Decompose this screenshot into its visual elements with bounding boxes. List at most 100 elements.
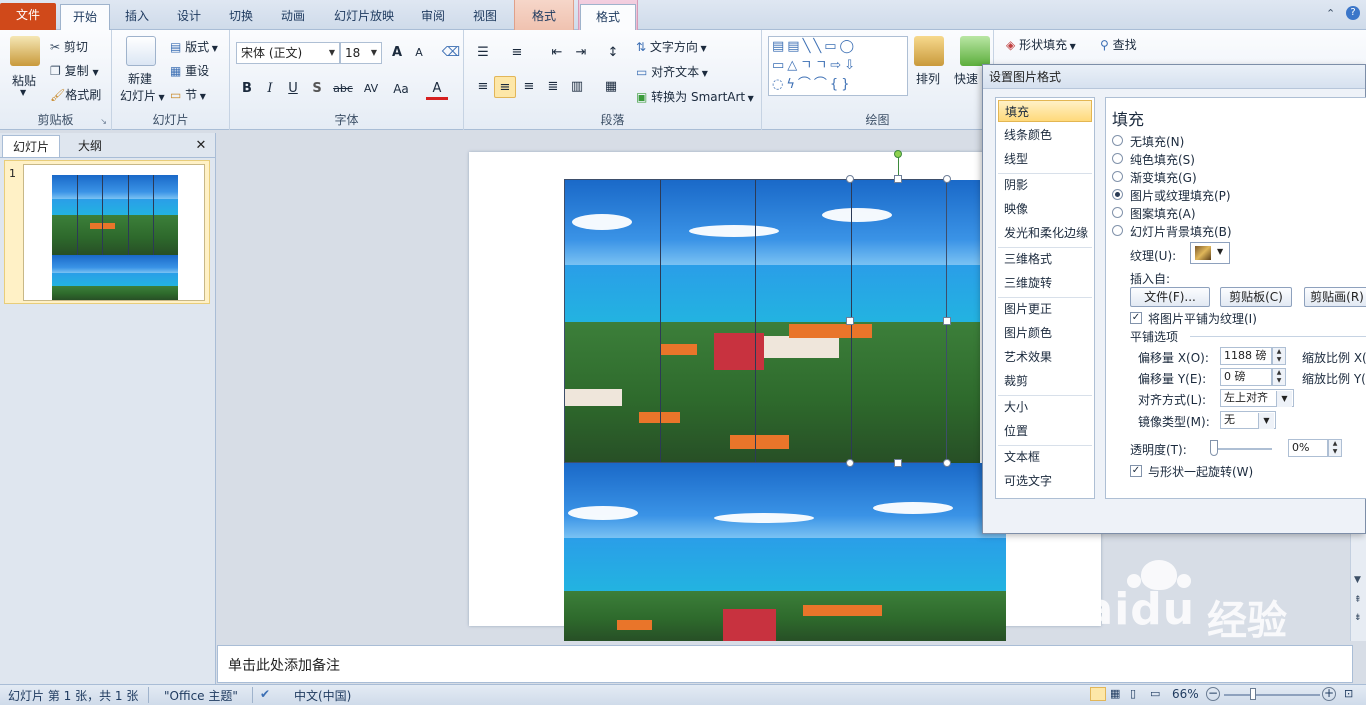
cut-button[interactable]: ✂ 剪切: [50, 38, 88, 55]
offset-y-input[interactable]: 0 磅: [1220, 368, 1272, 386]
tab-home[interactable]: 开始: [60, 4, 110, 30]
align-left-icon[interactable]: ≡: [472, 76, 494, 98]
slide-thumbnail[interactable]: [23, 164, 205, 301]
nav-text-box[interactable]: 文本框: [998, 446, 1092, 468]
rotate-with-shape-checkbox[interactable]: ✓: [1130, 465, 1142, 477]
spellcheck-icon[interactable]: ✔: [260, 687, 270, 701]
new-slide-label-1[interactable]: 新建: [128, 70, 152, 87]
resize-handle-bottom-left[interactable]: [846, 459, 854, 467]
clear-format-icon[interactable]: ⌫: [440, 42, 462, 64]
smartart-button[interactable]: ▣ 转换为 SmartArt ▼: [636, 88, 754, 105]
transparency-slider[interactable]: [1210, 448, 1272, 450]
numbering-icon[interactable]: ≡: [506, 42, 528, 64]
transparency-slider-thumb[interactable]: [1210, 440, 1218, 456]
radio-solid-fill[interactable]: [1112, 153, 1123, 164]
paste-dropdown-icon[interactable]: ▼: [20, 88, 26, 97]
offset-y-spinner[interactable]: ▲ ▼: [1272, 368, 1286, 386]
nav-glow-soft-edges[interactable]: 发光和柔化边缘: [998, 222, 1092, 244]
decrease-indent-icon[interactable]: ⇤: [546, 42, 568, 64]
help-icon[interactable]: ?: [1346, 6, 1360, 20]
nav-size[interactable]: 大小: [998, 396, 1092, 418]
nav-shadow[interactable]: 阴影: [998, 174, 1092, 196]
section-button[interactable]: ▭ 节 ▼: [170, 86, 206, 103]
resize-handle-left[interactable]: [846, 317, 854, 325]
offset-x-spinner[interactable]: ▲ ▼: [1272, 347, 1286, 365]
shrink-font-button[interactable]: A: [408, 42, 430, 64]
shape-fill-button[interactable]: ◈ 形状填充 ▼: [1006, 36, 1076, 53]
nav-line-style[interactable]: 线型: [998, 148, 1092, 170]
shadow-button[interactable]: S: [306, 78, 328, 100]
reset-button[interactable]: ▦ 重设: [170, 62, 209, 79]
nav-picture-corrections[interactable]: 图片更正: [998, 298, 1092, 320]
quick-styles-button[interactable]: 快速: [954, 70, 978, 87]
align-text-button[interactable]: ▭ 对齐文本 ▼: [636, 63, 708, 80]
paste-button[interactable]: 粘贴: [12, 72, 36, 89]
close-icon[interactable]: ✕: [192, 135, 210, 157]
new-slide-button[interactable]: 幻灯片 ▼: [120, 87, 165, 104]
chevron-down-icon[interactable]: ▼: [1276, 391, 1292, 407]
tab-slideshow[interactable]: 幻灯片放映: [326, 4, 402, 30]
radio-picture-texture-fill[interactable]: [1112, 189, 1123, 200]
distribute-icon[interactable]: ▥: [566, 76, 588, 98]
tab-format-drawing[interactable]: 格式: [514, 4, 574, 30]
resize-handle-right[interactable]: [943, 317, 951, 325]
offset-x-input[interactable]: 1188 磅: [1220, 347, 1272, 365]
bold-button[interactable]: B: [236, 78, 258, 100]
insert-clipboard-button[interactable]: 剪贴板(C): [1220, 287, 1292, 307]
justify-icon[interactable]: ≣: [542, 76, 564, 98]
nav-3d-format[interactable]: 三维格式: [998, 248, 1092, 270]
chevron-down-icon[interactable]: ▼: [1258, 413, 1274, 429]
dialog-title[interactable]: 设置图片格式: [983, 65, 1365, 89]
arrange-button[interactable]: 排列: [916, 70, 940, 87]
columns-icon[interactable]: ▦: [600, 76, 622, 98]
nav-reflection[interactable]: 映像: [998, 198, 1092, 220]
transparency-input[interactable]: 0%: [1288, 439, 1328, 457]
shapes-gallery[interactable]: ▤▤╲╲▭◯ ▭△ㄱㄱ⇨⇩ ◌ϟ⌒⌒{}: [768, 36, 908, 96]
font-name-field[interactable]: 宋体 (正文) ▼: [236, 42, 340, 64]
nav-crop[interactable]: 裁剪: [998, 370, 1092, 392]
increase-indent-icon[interactable]: ⇥: [570, 42, 592, 64]
paste-icon[interactable]: [10, 36, 40, 66]
tab-outline[interactable]: 大纲: [62, 135, 118, 157]
chevron-down-icon[interactable]: ▼: [367, 43, 381, 63]
radio-gradient-fill[interactable]: [1112, 171, 1123, 182]
nav-3d-rotation[interactable]: 三维旋转: [998, 272, 1092, 294]
underline-button[interactable]: U: [282, 78, 304, 100]
nav-picture-color[interactable]: 图片颜色: [998, 322, 1092, 344]
format-painter-button[interactable]: 🖌格式刷: [50, 86, 101, 103]
font-color-button[interactable]: A: [426, 78, 448, 100]
resize-handle-top-left[interactable]: [846, 175, 854, 183]
grow-font-button[interactable]: A: [386, 42, 408, 64]
texture-picker[interactable]: ▼: [1190, 242, 1230, 264]
tab-transitions[interactable]: 切换: [218, 4, 264, 30]
nav-line-color[interactable]: 线条颜色: [998, 124, 1092, 146]
theme-name[interactable]: "Office 主题": [164, 687, 238, 704]
chevron-down-icon[interactable]: ▼: [325, 43, 339, 63]
tab-file[interactable]: 文件: [0, 3, 56, 30]
insert-clipart-button[interactable]: 剪贴画(R): [1304, 287, 1366, 307]
layout-button[interactable]: ▤ 版式 ▼: [170, 38, 218, 55]
resize-handle-bottom[interactable]: [894, 459, 902, 467]
tab-review[interactable]: 审阅: [410, 4, 456, 30]
tab-view[interactable]: 视图: [462, 4, 508, 30]
transparency-spinner[interactable]: ▲ ▼: [1328, 439, 1342, 457]
align-center-icon[interactable]: ≡: [494, 76, 516, 98]
tab-animations[interactable]: 动画: [270, 4, 316, 30]
chevron-down-icon[interactable]: ▼: [1217, 247, 1223, 256]
text-direction-button[interactable]: ⇅ 文字方向 ▼: [636, 38, 707, 55]
quick-styles-icon[interactable]: [960, 36, 990, 66]
language[interactable]: 中文(中国): [294, 687, 351, 704]
resize-handle-bottom-right[interactable]: [943, 459, 951, 467]
line-spacing-icon[interactable]: ↕: [602, 42, 624, 64]
align-right-icon[interactable]: ≡: [518, 76, 540, 98]
italic-button[interactable]: I: [259, 78, 281, 100]
nav-fill[interactable]: 填充: [998, 100, 1092, 122]
nav-position[interactable]: 位置: [998, 420, 1092, 442]
tab-design[interactable]: 设计: [166, 4, 212, 30]
radio-pattern-fill[interactable]: [1112, 207, 1123, 218]
rotate-handle[interactable]: [894, 150, 902, 158]
resize-handle-top-right[interactable]: [943, 175, 951, 183]
find-button[interactable]: ⚲ 查找: [1100, 36, 1137, 53]
tab-format-picture[interactable]: 格式: [580, 4, 636, 30]
minimize-ribbon-icon[interactable]: ⌃: [1326, 7, 1335, 20]
